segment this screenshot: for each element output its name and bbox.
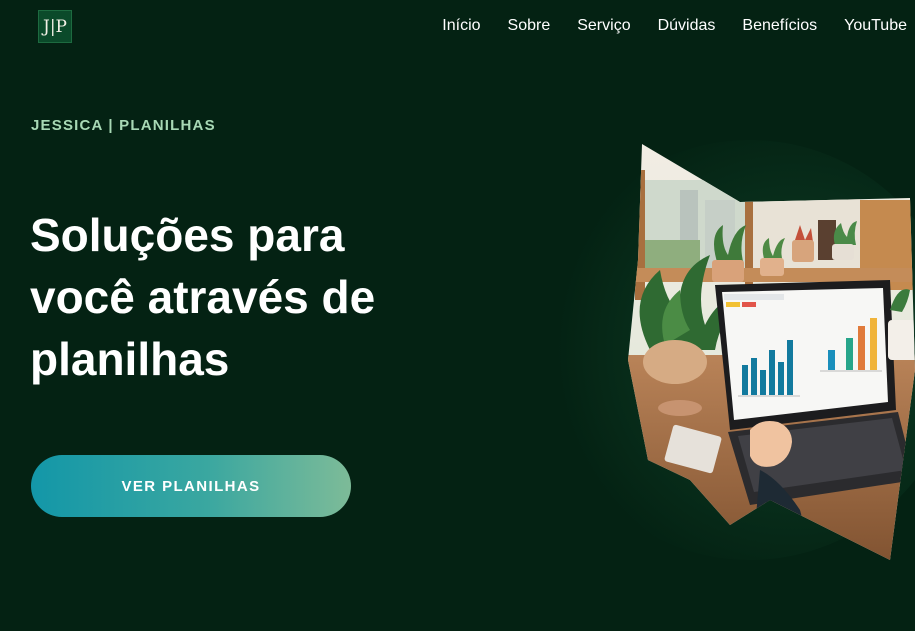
hero-title: Soluções para você através de planilhas [30, 204, 450, 390]
brand-logo[interactable]: J|P [38, 10, 72, 43]
hero-title-line-3: planilhas [30, 333, 230, 385]
nav-link-youtube[interactable]: YouTube [844, 17, 907, 35]
nav-link-beneficios[interactable]: Benefícios [742, 17, 817, 35]
nav-link-inicio[interactable]: Início [442, 17, 480, 35]
ver-planilhas-button[interactable]: VER PLANILHAS [31, 455, 351, 517]
hero-eyebrow: JESSICA | PLANILHAS [31, 117, 216, 134]
hero-title-line-2: você através de [30, 271, 376, 323]
hero-image [628, 144, 915, 560]
nav-link-sobre[interactable]: Sobre [508, 17, 551, 35]
nav-link-duvidas[interactable]: Dúvidas [658, 17, 716, 35]
hero-title-line-1: Soluções para [30, 209, 345, 261]
nav-link-servico[interactable]: Serviço [577, 17, 630, 35]
top-navigation: Início Sobre Serviço Dúvidas Benefícios … [442, 17, 907, 35]
